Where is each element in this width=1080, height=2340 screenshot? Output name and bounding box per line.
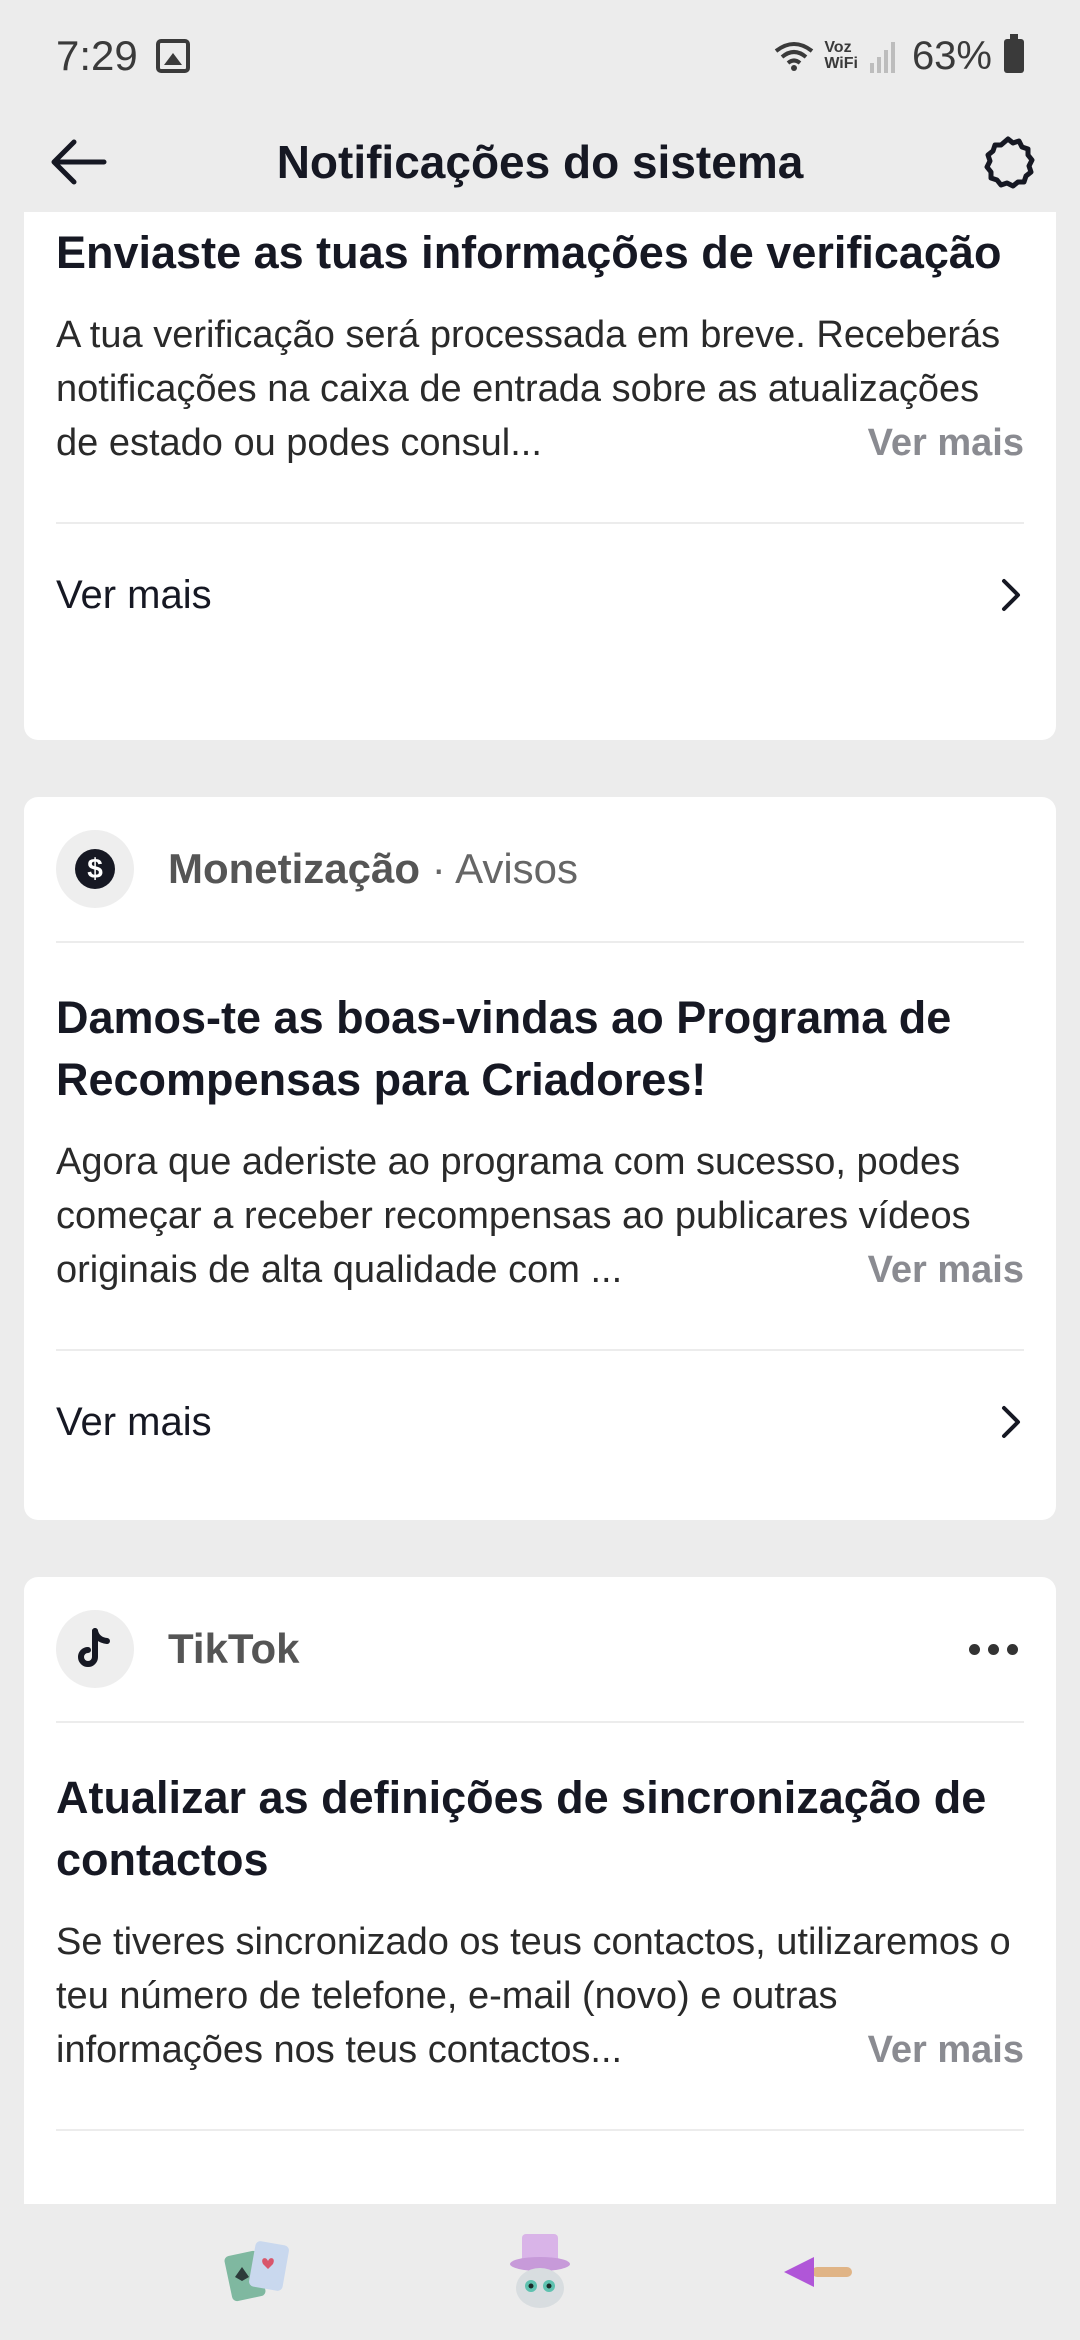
gallery-notification-icon	[155, 39, 190, 73]
ver-mais-link[interactable]: Ver mais	[849, 2023, 1024, 2077]
ver-mais-link[interactable]: Ver mais	[849, 416, 1024, 470]
card-divider	[56, 2129, 1024, 2204]
source-category: Avisos	[455, 845, 579, 892]
page-title: Notificações do sistema	[276, 136, 804, 188]
notification-source-header: $ Monetização · Avisos	[56, 797, 1024, 943]
notification-title: Damos-te as boas-vindas ao Programa de R…	[56, 992, 952, 1105]
voz-wifi-indicator: Voz WiFi	[824, 40, 858, 72]
notification-title: Atualizar as definições de sincronização…	[56, 1772, 987, 1885]
notification-body: Agora que aderiste ao programa com suces…	[56, 1135, 1024, 1297]
bottom-bar	[0, 2204, 1080, 2340]
ver-mais-row[interactable]: Ver mais	[56, 522, 1024, 666]
wifi-icon	[774, 39, 814, 73]
more-horizontal-icon	[1007, 1643, 1018, 1655]
status-time: 7:29	[56, 32, 138, 79]
ver-mais-label: Ver mais	[56, 1399, 212, 1444]
notification-card: Enviaste as tuas informações de verifica…	[24, 212, 1056, 740]
pointer-button[interactable]	[780, 2232, 860, 2312]
notification-body: A tua verificação será processada em bre…	[56, 308, 1024, 470]
more-horizontal-icon	[988, 1643, 999, 1655]
pointing-arrow-icon	[784, 2257, 852, 2287]
source-name: TikTok	[168, 1625, 300, 1672]
status-bar: 7:29 Voz WiFi 63%	[0, 0, 1080, 112]
signal-icon	[868, 39, 898, 73]
ver-mais-label: Ver mais	[56, 572, 212, 617]
notification-source: Monetização · Avisos	[168, 845, 578, 893]
playing-cards-icon	[224, 2241, 289, 2302]
source-avatar	[56, 1610, 134, 1688]
battery-percentage: 63%	[911, 33, 992, 78]
chevron-right-icon	[1002, 579, 1020, 611]
more-options-button[interactable]	[969, 1643, 1024, 1655]
top-hat-cat-icon	[510, 2234, 570, 2308]
notification-source: TikTok	[168, 1625, 299, 1673]
battery-icon	[1004, 34, 1024, 73]
chevron-right-icon	[1002, 1406, 1020, 1438]
voz-label: Voz	[824, 39, 852, 56]
status-right: Voz WiFi 63%	[774, 34, 1024, 79]
wifi-label: WiFi	[824, 55, 858, 72]
notification-title: Enviaste as tuas informações de verifica…	[56, 227, 1002, 278]
notification-source-header: TikTok	[56, 1577, 1024, 1723]
notification-card: $ Monetização · Avisos Damos-te as boas-…	[24, 797, 1056, 1520]
ver-mais-link[interactable]: Ver mais	[849, 1243, 1024, 1297]
page: 7:29 Voz WiFi 63% Notificações do sistem…	[0, 0, 1080, 2340]
cards-game-button[interactable]	[220, 2232, 300, 2312]
arrow-left-icon	[51, 139, 107, 185]
notification-body-text: Agora que aderiste ao programa com suces…	[56, 1141, 971, 1291]
app-header: Notificações do sistema	[0, 112, 1080, 212]
more-horizontal-icon	[969, 1643, 980, 1655]
gear-icon	[984, 136, 1035, 189]
notifications-list[interactable]: Enviaste as tuas informações de verifica…	[0, 212, 1080, 2204]
source-name: Monetização	[168, 845, 421, 892]
source-avatar: $	[56, 830, 134, 908]
settings-button[interactable]	[976, 130, 1040, 194]
ver-mais-row[interactable]: Ver mais	[56, 1349, 1024, 1493]
notification-body: Se tiveres sincronizado os teus contacto…	[56, 1915, 1024, 2077]
back-button[interactable]	[44, 130, 112, 194]
tiktok-logo-icon	[78, 1628, 110, 1667]
source-separator: ·	[420, 845, 456, 892]
notification-card: TikTok Atualizar as definições de sincro…	[24, 1577, 1056, 2204]
mascot-button[interactable]	[500, 2232, 580, 2312]
dollar-icon: $	[75, 849, 115, 889]
